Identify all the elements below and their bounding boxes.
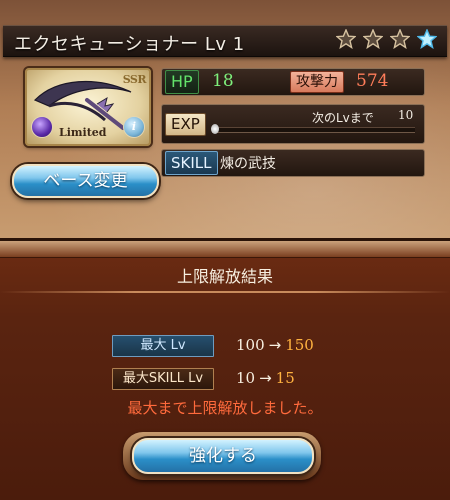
max-level-label: 最大 Lv bbox=[112, 335, 214, 357]
skill-row: SKILL 煉の武技 bbox=[161, 149, 425, 177]
max-skill-level-label: 最大SKILL Lv bbox=[112, 368, 214, 390]
star-outline-icon bbox=[362, 29, 383, 49]
limited-label: Limited bbox=[59, 126, 107, 139]
ssr-rarity-label: SSR bbox=[122, 73, 147, 86]
weapon-title-bar: エクセキューショナー Lv 1 bbox=[3, 25, 447, 57]
star-outline-icon bbox=[335, 29, 356, 49]
weapon-panel: エクセキューショナー Lv 1 SSR Limited i ベース変更 HP 1… bbox=[0, 0, 450, 238]
enhance-button[interactable]: 強化する bbox=[132, 438, 314, 474]
max-level-new: 150 bbox=[285, 336, 314, 354]
star-filled-icon bbox=[417, 29, 437, 49]
fully-uncapped-message: 最大まで上限解放しました。 bbox=[127, 399, 323, 417]
exp-progress-knob bbox=[211, 124, 219, 134]
max-skill-level-new: 15 bbox=[275, 369, 295, 387]
hp-value: 18 bbox=[212, 71, 234, 91]
max-level-old: 100 bbox=[236, 336, 265, 354]
hp-label: HP bbox=[165, 70, 199, 94]
weapon-title: エクセキューショナー Lv 1 bbox=[14, 34, 245, 55]
skill-name: 煉の武技 bbox=[220, 156, 276, 172]
skill-label: SKILL bbox=[165, 151, 218, 175]
hp-attack-row: HP 18 攻撃力 574 bbox=[161, 68, 425, 96]
star-outline-icon bbox=[389, 29, 410, 49]
exp-next-label: 次のLvまで bbox=[312, 111, 374, 125]
info-icon[interactable]: i bbox=[123, 116, 145, 138]
exp-progress-bar bbox=[212, 127, 415, 133]
attack-value: 574 bbox=[356, 71, 389, 91]
dialog-title: 上限解放結果 bbox=[176, 267, 273, 286]
exp-next-value: 10 bbox=[398, 108, 414, 122]
attack-label: 攻撃力 bbox=[290, 71, 344, 93]
max-level-values: 100 → 150 bbox=[236, 336, 314, 354]
exp-label: EXP bbox=[165, 113, 206, 136]
weapon-thumbnail[interactable]: SSR Limited i bbox=[25, 68, 151, 146]
divider bbox=[0, 291, 450, 293]
base-change-button[interactable]: ベース変更 bbox=[12, 164, 159, 198]
exp-row: EXP 次のLvまで 10 bbox=[161, 104, 425, 144]
dialog-header-strip bbox=[0, 241, 450, 258]
max-skill-level-values: 10 → 15 bbox=[236, 369, 295, 387]
arrow-right-icon: → bbox=[259, 369, 272, 387]
max-skill-level-old: 10 bbox=[236, 369, 256, 387]
arrow-right-icon: → bbox=[268, 336, 282, 354]
rarity-stars bbox=[334, 29, 437, 53]
dark-element-orb-icon bbox=[31, 116, 53, 138]
